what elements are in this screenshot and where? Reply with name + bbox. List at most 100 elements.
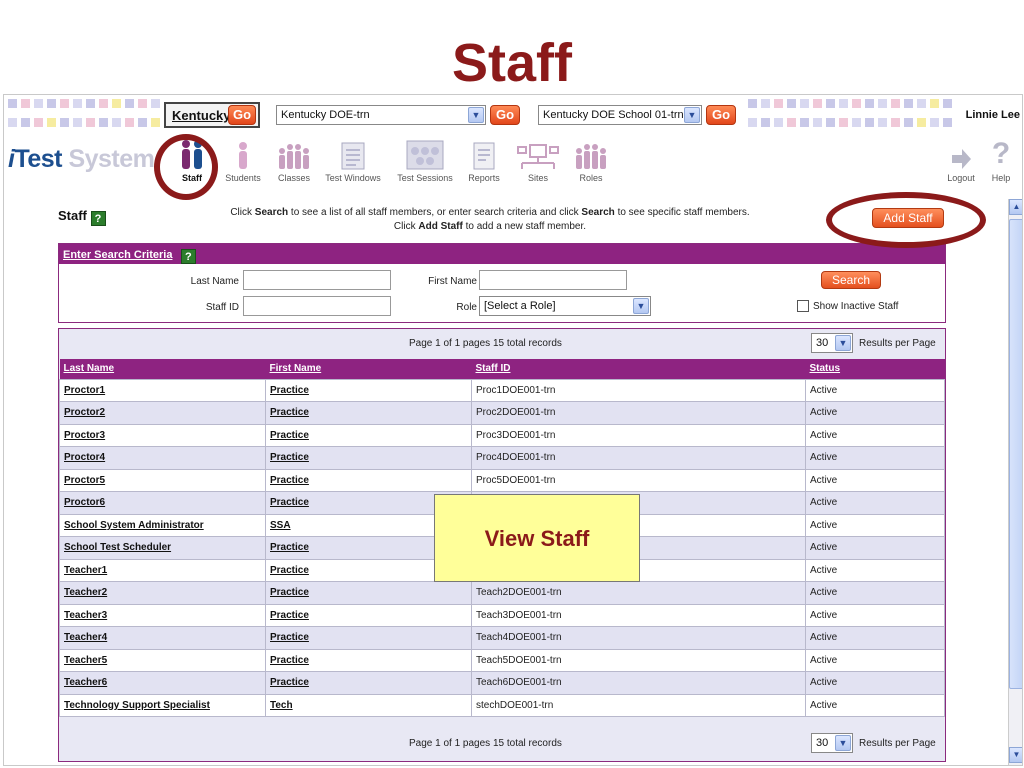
staff-id-input[interactable] — [243, 296, 391, 316]
cell-last-name[interactable]: Technology Support Specialist — [59, 693, 266, 717]
criteria-header: Enter Search Criteria ? — [59, 244, 945, 264]
state-go-button[interactable]: Go — [228, 105, 256, 125]
cell-last-name[interactable]: School Test Scheduler — [59, 536, 266, 560]
students-icon — [218, 137, 268, 171]
state-link[interactable]: Kentucky — [172, 108, 231, 123]
cell-first-name[interactable]: Practice — [265, 423, 472, 447]
decorative-dots-left — [8, 99, 164, 131]
cell-staff-id: Proc5DOE001-trn — [471, 468, 806, 492]
cell-last-name[interactable]: Teacher4 — [59, 626, 266, 650]
cell-last-name[interactable]: Teacher6 — [59, 671, 266, 695]
cell-staff-id: Teach6DOE001-trn — [471, 671, 806, 695]
col-first-name[interactable]: First Name — [265, 359, 472, 379]
cell-status: Active — [805, 468, 945, 492]
nav-classes[interactable]: Classes — [270, 137, 318, 183]
cell-staff-id: Proc1DOE001-trn — [471, 378, 806, 402]
cell-status: Active — [805, 626, 945, 650]
col-last-name[interactable]: Last Name — [59, 359, 266, 379]
nav-test-sessions[interactable]: Test Sessions — [390, 137, 460, 183]
cell-last-name[interactable]: Proctor2 — [59, 401, 266, 425]
cell-last-name[interactable]: School System Administrator — [59, 513, 266, 537]
role-select[interactable]: [Select a Role] ▼ — [479, 296, 651, 316]
nav-logout[interactable]: Logout — [944, 137, 978, 183]
district-go-button[interactable]: Go — [490, 105, 520, 125]
cell-staff-id: Proc4DOE001-trn — [471, 446, 806, 470]
cell-first-name[interactable]: Practice — [265, 446, 472, 470]
vertical-scrollbar[interactable]: ▲ ▼ — [1008, 199, 1022, 765]
user-name: Linnie Lee — [965, 109, 1020, 121]
cell-last-name[interactable]: Teacher3 — [59, 603, 266, 627]
nav-reports-label: Reports — [468, 173, 500, 183]
chevron-down-icon: ▼ — [835, 335, 851, 351]
search-button[interactable]: Search — [821, 271, 881, 289]
first-name-label: First Name — [428, 276, 477, 287]
cell-first-name[interactable]: Practice — [265, 581, 472, 605]
table-row: Teacher3 Practice Teach3DOE001-trn Active — [59, 603, 945, 627]
cell-status: Active — [805, 671, 945, 695]
nav-test-windows[interactable]: Test Windows — [318, 137, 388, 183]
cell-first-name[interactable]: Practice — [265, 626, 472, 650]
cell-last-name[interactable]: Teacher2 — [59, 581, 266, 605]
nav-sites[interactable]: Sites — [512, 137, 564, 183]
scroll-thumb[interactable] — [1009, 219, 1022, 689]
cell-first-name[interactable]: Practice — [265, 401, 472, 425]
nav-roles[interactable]: Roles — [570, 137, 612, 183]
cell-first-name[interactable]: Practice — [265, 378, 472, 402]
school-go-button[interactable]: Go — [706, 105, 736, 125]
school-select[interactable]: Kentucky DOE School 01-trn ▼ — [538, 105, 702, 125]
role-select-value: [Select a Role] — [484, 300, 556, 312]
nav-students[interactable]: Students — [218, 137, 268, 183]
cell-last-name[interactable]: Proctor3 — [59, 423, 266, 447]
cell-first-name[interactable]: Practice — [265, 603, 472, 627]
test-windows-icon — [318, 137, 388, 171]
cell-status: Active — [805, 558, 945, 582]
table-row: Proctor4 Practice Proc4DOE001-trn Active — [59, 446, 945, 470]
classes-icon — [270, 137, 318, 171]
criteria-help-icon[interactable]: ? — [180, 249, 196, 264]
nav-help[interactable]: ? Help — [986, 137, 1016, 183]
cell-first-name[interactable]: Practice — [265, 468, 472, 492]
district-select[interactable]: Kentucky DOE-trn ▼ — [276, 105, 486, 125]
page-info-bottom: Page 1 of 1 pages 15 total records — [409, 738, 562, 749]
col-staff-id[interactable]: Staff ID — [471, 359, 806, 379]
first-name-input[interactable] — [479, 270, 627, 290]
role-label: Role — [456, 302, 477, 313]
page-title: Staff ? — [58, 208, 106, 226]
cell-status: Active — [805, 581, 945, 605]
nav-reports[interactable]: Reports — [462, 137, 506, 183]
help-icon[interactable]: ? — [90, 211, 106, 226]
top-bar: Kentucky Go Kentucky DOE-trn ▼ Go Kentuc… — [4, 95, 1022, 135]
search-criteria-panel: Enter Search Criteria ? Last Name First … — [58, 243, 946, 323]
cell-status: Active — [805, 603, 945, 627]
cell-first-name[interactable]: Tech — [265, 693, 472, 717]
cell-last-name[interactable]: Proctor5 — [59, 468, 266, 492]
scroll-up-button[interactable]: ▲ — [1009, 199, 1022, 215]
cell-first-name[interactable]: Practice — [265, 671, 472, 695]
cell-staff-id: Teach2DOE001-trn — [471, 581, 806, 605]
last-name-input[interactable] — [243, 270, 391, 290]
cell-status: Active — [805, 536, 945, 560]
table-row: Teacher4 Practice Teach4DOE001-trn Active — [59, 626, 945, 650]
sites-icon — [512, 137, 564, 171]
col-status[interactable]: Status — [805, 359, 945, 379]
enter-search-criteria-link[interactable]: Enter Search Criteria — [63, 249, 172, 261]
cell-staff-id: Proc2DOE001-trn — [471, 401, 806, 425]
cell-staff-id: stechDOE001-trn — [471, 693, 806, 717]
table-row: Teacher6 Practice Teach6DOE001-trn Active — [59, 671, 945, 695]
logout-arrow-icon — [944, 137, 978, 171]
cell-last-name[interactable]: Proctor4 — [59, 446, 266, 470]
nav-students-label: Students — [225, 173, 261, 183]
cell-last-name[interactable]: Teacher5 — [59, 648, 266, 672]
show-inactive-checkbox[interactable] — [797, 300, 809, 312]
cell-last-name[interactable]: Teacher1 — [59, 558, 266, 582]
scroll-down-button[interactable]: ▼ — [1009, 747, 1022, 763]
results-per-page-select-bottom[interactable]: 30 ▼ — [811, 733, 853, 753]
cell-status: Active — [805, 423, 945, 447]
school-select-value: Kentucky DOE School 01-trn — [543, 109, 684, 121]
cell-last-name[interactable]: Proctor6 — [59, 491, 266, 515]
cell-first-name[interactable]: Practice — [265, 648, 472, 672]
results-per-page-select[interactable]: 30 ▼ — [811, 333, 853, 353]
nav-classes-label: Classes — [277, 173, 310, 183]
decorative-dots-right — [748, 99, 956, 131]
cell-last-name[interactable]: Proctor1 — [59, 378, 266, 402]
